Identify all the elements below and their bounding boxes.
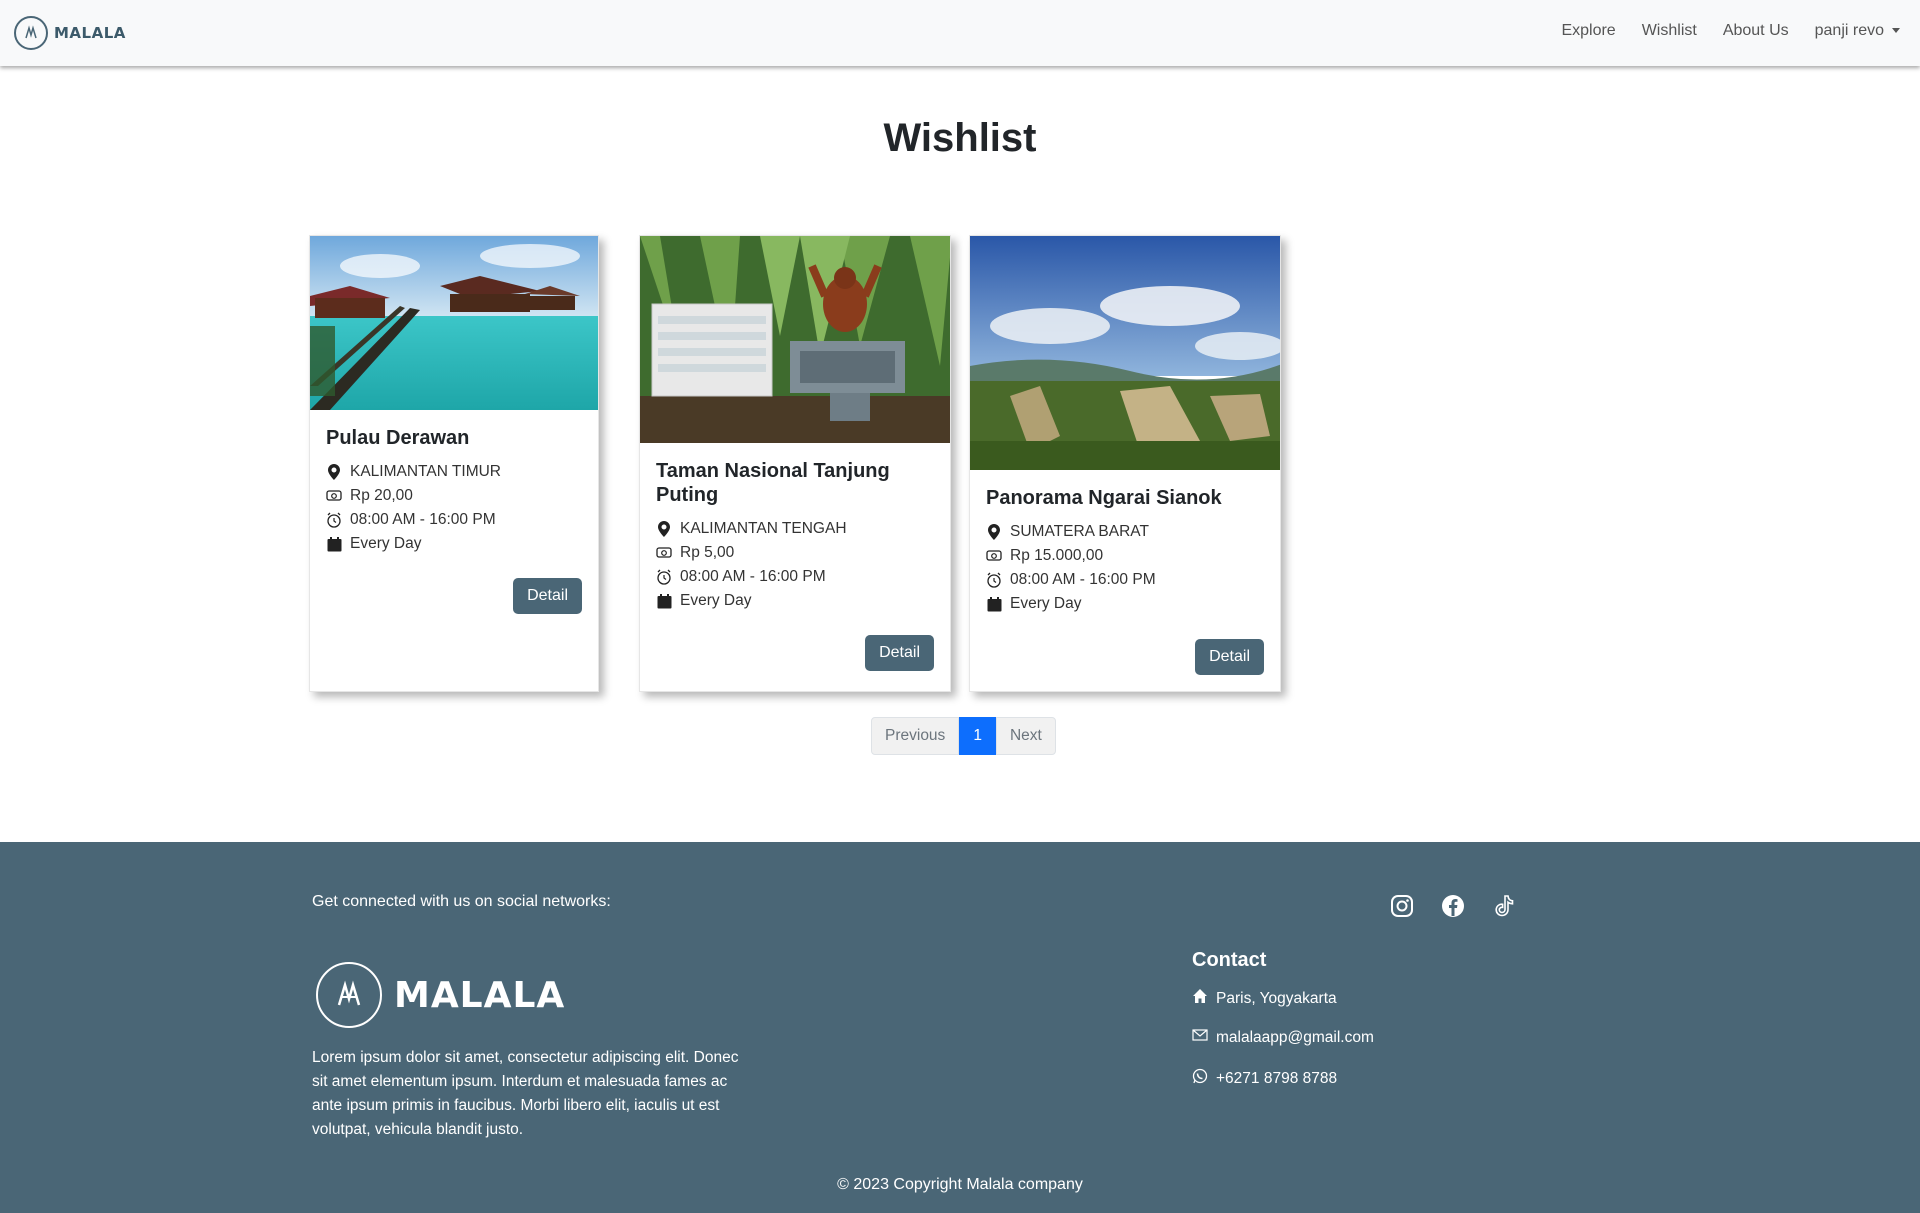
cash-icon	[656, 545, 672, 561]
price-row: Rp 5,00	[656, 541, 934, 565]
card-image-pulau-derawan	[310, 236, 598, 410]
pagination: Previous 1 Next	[871, 717, 1056, 755]
hours-row: 08:00 AM - 16:00 PM	[986, 568, 1264, 592]
pagination-page-1[interactable]: 1	[959, 717, 996, 755]
calendar-icon	[656, 593, 672, 609]
hours-row: 08:00 AM - 16:00 PM	[326, 508, 582, 532]
instagram-icon[interactable]	[1390, 894, 1414, 918]
detail-button[interactable]: Detail	[865, 635, 934, 671]
brand-logo-link[interactable]: MALALA	[14, 16, 126, 50]
page-title: Wishlist	[883, 116, 1037, 160]
card-hours: 08:00 AM - 16:00 PM	[680, 568, 826, 585]
footer-description: Lorem ipsum dolor sit amet, consectetur …	[312, 1049, 739, 1138]
card-image-ngarai-sianok	[970, 236, 1280, 470]
contact-phone: +6271 8798 8788	[1192, 1068, 1337, 1089]
user-menu-dropdown[interactable]: panji revo	[1815, 22, 1900, 40]
card-days: Every Day	[350, 535, 422, 552]
hours-row: 08:00 AM - 16:00 PM	[656, 565, 934, 589]
footer-brand-name: MALALA	[394, 974, 566, 1016]
social-icons	[1390, 894, 1516, 918]
user-name: panji revo	[1814, 22, 1884, 39]
nav-explore[interactable]: Explore	[1561, 22, 1615, 40]
copyright-text: © 2023 Copyright Malala company	[837, 1176, 1083, 1193]
card-price: Rp 15.000,00	[1010, 547, 1104, 564]
facebook-icon[interactable]	[1441, 894, 1465, 918]
nav-wishlist[interactable]: Wishlist	[1642, 22, 1697, 40]
home-icon	[1192, 988, 1208, 1009]
whatsapp-icon	[1192, 1068, 1208, 1089]
alarm-clock-icon	[326, 512, 342, 528]
days-row: Every Day	[656, 589, 934, 613]
footer: Get connected with us on social networks…	[0, 842, 1920, 1213]
envelope-icon	[1192, 1028, 1208, 1047]
card-price: Rp 5,00	[680, 544, 735, 561]
card-location: SUMATERA BARAT	[1010, 523, 1149, 540]
map-pin-icon	[326, 464, 342, 480]
logo-icon	[316, 962, 382, 1028]
card-title: Pulau Derawan	[326, 427, 470, 449]
card-price: Rp 20,00	[350, 487, 413, 504]
address-text: Paris, Yogyakarta	[1216, 989, 1337, 1007]
card-days: Every Day	[1010, 595, 1082, 612]
brand-name: MALALA	[54, 24, 126, 42]
caret-down-icon	[1892, 28, 1900, 34]
detail-button[interactable]: Detail	[513, 578, 582, 614]
card-hours: 08:00 AM - 16:00 PM	[1010, 571, 1156, 588]
days-row: Every Day	[986, 592, 1264, 616]
contact-title: Contact	[1192, 949, 1267, 971]
wishlist-card: Taman Nasional Tanjung Puting KALIMANTAN…	[639, 235, 951, 692]
cash-icon	[326, 488, 342, 504]
map-pin-icon	[656, 521, 672, 537]
calendar-icon	[326, 536, 342, 552]
social-networks-text: Get connected with us on social networks…	[312, 893, 611, 910]
wishlist-card: Panorama Ngarai Sianok SUMATERA BARAT Rp…	[969, 235, 1281, 692]
price-row: Rp 20,00	[326, 484, 582, 508]
map-pin-icon	[986, 524, 1002, 540]
alarm-clock-icon	[656, 569, 672, 585]
contact-address: Paris, Yogyakarta	[1192, 988, 1337, 1009]
calendar-icon	[986, 596, 1002, 612]
location-row: KALIMANTAN TENGAH	[656, 517, 934, 541]
card-title: Panorama Ngarai Sianok	[986, 487, 1222, 509]
location-row: KALIMANTAN TIMUR	[326, 460, 582, 484]
logo-icon	[14, 16, 48, 50]
detail-button[interactable]: Detail	[1195, 639, 1264, 675]
email-text[interactable]: malalaapp@gmail.com	[1216, 1029, 1374, 1047]
tiktok-icon[interactable]	[1492, 894, 1516, 918]
wishlist-card: Pulau Derawan KALIMANTAN TIMUR Rp 20,00 …	[309, 235, 599, 692]
card-location: KALIMANTAN TENGAH	[680, 520, 847, 537]
alarm-clock-icon	[986, 572, 1002, 588]
card-hours: 08:00 AM - 16:00 PM	[350, 511, 496, 528]
navbar: MALALA Explore Wishlist About Us panji r…	[0, 0, 1920, 66]
footer-logo: MALALA	[316, 962, 565, 1028]
location-row: SUMATERA BARAT	[986, 520, 1264, 544]
price-row: Rp 15.000,00	[986, 544, 1264, 568]
card-title: Taman Nasional Tanjung Puting	[656, 460, 890, 506]
card-location: KALIMANTAN TIMUR	[350, 463, 501, 480]
nav-about-us[interactable]: About Us	[1723, 22, 1789, 40]
pagination-previous[interactable]: Previous	[871, 717, 960, 755]
days-row: Every Day	[326, 532, 582, 556]
cash-icon	[986, 548, 1002, 564]
pagination-next[interactable]: Next	[995, 717, 1056, 755]
phone-text[interactable]: +6271 8798 8788	[1216, 1070, 1337, 1088]
contact-email: malalaapp@gmail.com	[1192, 1028, 1374, 1047]
card-days: Every Day	[680, 592, 752, 609]
card-image-tanjung-puting	[640, 236, 950, 443]
